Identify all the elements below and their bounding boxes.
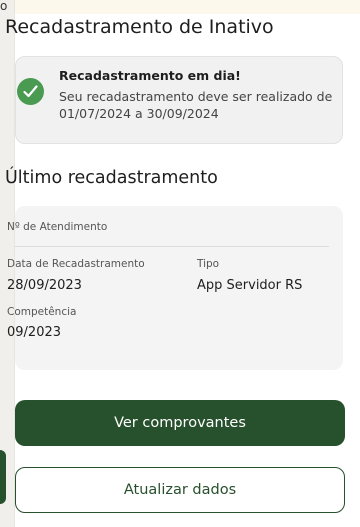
data-recadastramento-value: 28/09/2023 xyxy=(7,278,82,293)
data-recadastramento-label: Data de Recadastramento xyxy=(7,258,145,270)
status-message: Seu recadastramento deve ser realizado d… xyxy=(59,89,333,121)
panel-title: Recadastramento de Inativo xyxy=(5,16,274,38)
background-button xyxy=(0,450,6,504)
atendimento-label: Nº de Atendimento xyxy=(7,221,108,233)
section-heading: Último recadastramento xyxy=(5,168,218,188)
tipo-value: App Servidor RS xyxy=(197,278,303,293)
competencia-label: Competência xyxy=(7,306,77,318)
view-receipts-button[interactable]: Ver comprovantes xyxy=(15,400,345,446)
status-title: Recadastramento em dia! xyxy=(59,68,241,83)
panel-top-band xyxy=(15,0,360,14)
competencia-value: 09/2023 xyxy=(7,325,62,340)
tipo-label: Tipo xyxy=(197,258,220,270)
update-data-button[interactable]: Atualizar dados xyxy=(15,467,345,513)
card-divider xyxy=(15,246,329,247)
recadastramento-panel: Recadastramento de Inativo Recadastramen… xyxy=(5,0,360,527)
status-card: Recadastramento em dia! Seu recadastrame… xyxy=(15,56,343,144)
check-circle-icon xyxy=(17,78,44,105)
last-recadastramento-card: Nº de Atendimento Data de Recadastrament… xyxy=(7,206,343,370)
background-text: o xyxy=(0,0,8,13)
